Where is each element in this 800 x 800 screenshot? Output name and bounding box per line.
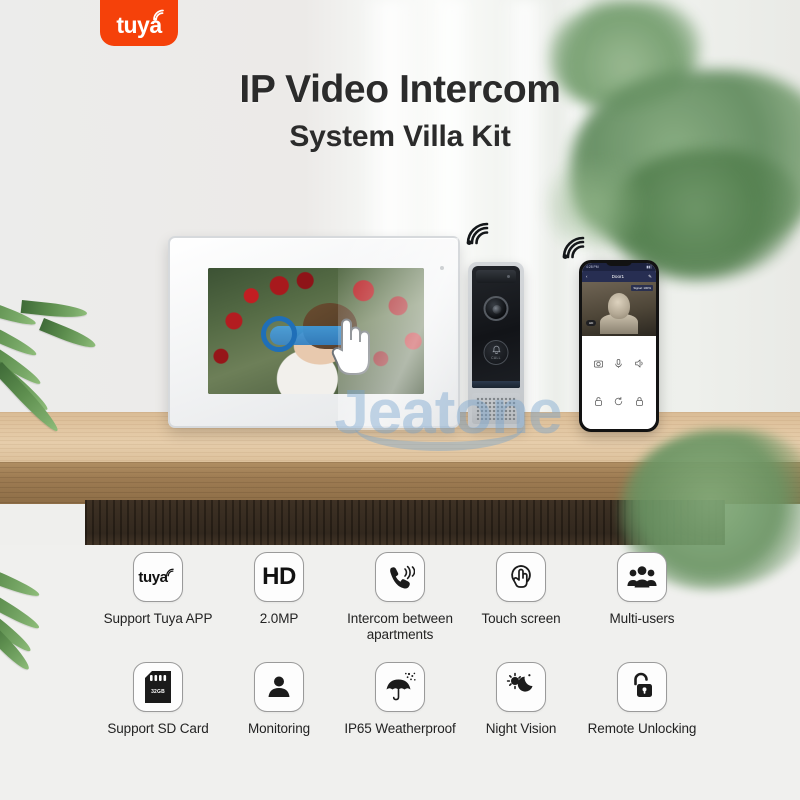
unlock-icon[interactable] [593,396,604,407]
unlock-slider-knob[interactable] [261,316,297,352]
unlock-padlock-icon [617,662,667,713]
phone-notch [606,261,632,266]
refresh-icon[interactable] [613,396,624,407]
monitor-led-indicator [440,266,444,270]
sd-card-icon [145,671,171,704]
feature-touch-screen[interactable]: Touch screen [461,552,582,627]
wifi-icon [562,236,585,259]
quality-chip[interactable]: HD [586,320,597,326]
feature-weatherproof[interactable]: IP65 Weatherproof [340,662,461,737]
wifi-icon [466,222,489,245]
phone-screen[interactable]: 4:28 PM ▮▮▯ ‹ Door1 ✎ Signal: 100% HD [582,263,656,429]
app-video-feed[interactable]: Signal: 100% HD [582,282,656,336]
sd-card-icon: 32GB [133,662,183,713]
edit-icon[interactable]: ✎ [648,274,652,280]
monitor-screen[interactable] [208,268,424,394]
app-control-grid[interactable] [582,336,656,429]
speaker-icon[interactable] [634,358,645,369]
feature-label: Intercom between apartments [347,611,453,642]
feature-night-vision[interactable]: Night Vision [461,662,582,737]
status-icons: ▮▮▯ [646,265,652,269]
snapshot-icon[interactable] [593,358,604,369]
video-subject-face [608,292,630,319]
feature-multi-users[interactable]: Multi-users [582,552,703,627]
back-icon[interactable]: ‹ [586,274,588,279]
page-subtitle: System Villa Kit [289,120,511,153]
feature-intercom[interactable]: Intercom between apartments [340,552,461,642]
feature-support-tuya-app[interactable]: tuya Support Tuya APP [98,552,219,627]
signal-badge: Signal: 100% [631,285,653,291]
feature-monitoring[interactable]: Monitoring [219,662,340,737]
feature-sd-card[interactable]: 32GB Support SD Card [98,662,219,737]
call-button-label: CALL [491,356,501,360]
feature-label: Support Tuya APP [103,611,213,626]
feature-label: Support SD Card [107,721,209,737]
feature-label: Touch screen [481,611,561,626]
features-row-2: 32GB Support SD Card Monitoring IP65 Wea… [0,662,800,737]
wifi-icon [165,568,174,576]
unlock-padlock-icon [634,673,652,698]
tuya-brand-logo: tuya [100,0,178,46]
call-button[interactable]: CALL [483,340,509,365]
door-station-face: CALL [472,266,520,388]
sun-moon-icon [496,662,546,713]
feature-label: 2.0MP [259,611,299,626]
features-section: tuya Support Tuya APP HD 2.0MP Intercom … [0,552,800,737]
phone-call-icon [375,552,425,602]
bell-icon [491,345,501,354]
feature-resolution[interactable]: HD 2.0MP [219,552,340,627]
feature-remote-unlocking[interactable]: Remote Unlocking [582,662,703,737]
phone-call-icon [390,565,415,589]
page-title: IP Video Intercom [239,68,561,111]
touch-screen-icon [511,565,531,588]
app-header: ‹ Door1 ✎ [582,271,656,282]
door-station-visor [476,270,516,283]
umbrella-rain-icon [386,672,416,701]
sd-card-capacity: 32GB [151,689,165,696]
person-monitor-icon [268,676,290,698]
touch-screen-icon [496,552,546,602]
tuya-logo-icon: tuya [133,552,183,602]
hand-pointer-icon [331,318,370,375]
tuya-icon-text: tuya [138,568,168,586]
door-station-name-strip [472,381,520,388]
multi-users-icon [627,566,657,588]
app-header-title: Door1 [611,274,625,279]
product-banner: tuya IP Video Intercom System Villa Kit [0,0,800,800]
feature-label: Night Vision [485,721,557,737]
lock-icon[interactable] [634,396,645,407]
outdoor-door-station[interactable]: CALL [468,262,524,428]
smartphone[interactable]: 4:28 PM ▮▮▯ ‹ Door1 ✎ Signal: 100% HD [579,260,659,432]
speaker-grille [472,393,520,424]
hd-icon-text: HD [262,563,296,590]
multi-users-icon [617,552,667,602]
umbrella-rain-icon [375,662,425,713]
features-row-1: tuya Support Tuya APP HD 2.0MP Intercom … [0,552,800,642]
microphone-icon[interactable] [613,358,624,369]
feature-label: Remote Unlocking [587,721,697,737]
person-monitor-icon [254,662,304,713]
feature-label: Multi-users [609,611,675,626]
indoor-monitor[interactable] [168,236,460,430]
wifi-icon [153,9,164,21]
status-time: 4:28 PM [586,265,599,269]
sun-moon-icon [506,673,533,692]
camera-lens-icon [483,296,509,321]
hd-icon: HD [254,552,304,602]
feature-label: Monitoring [247,721,311,737]
feature-label: IP65 Weatherproof [344,721,456,737]
